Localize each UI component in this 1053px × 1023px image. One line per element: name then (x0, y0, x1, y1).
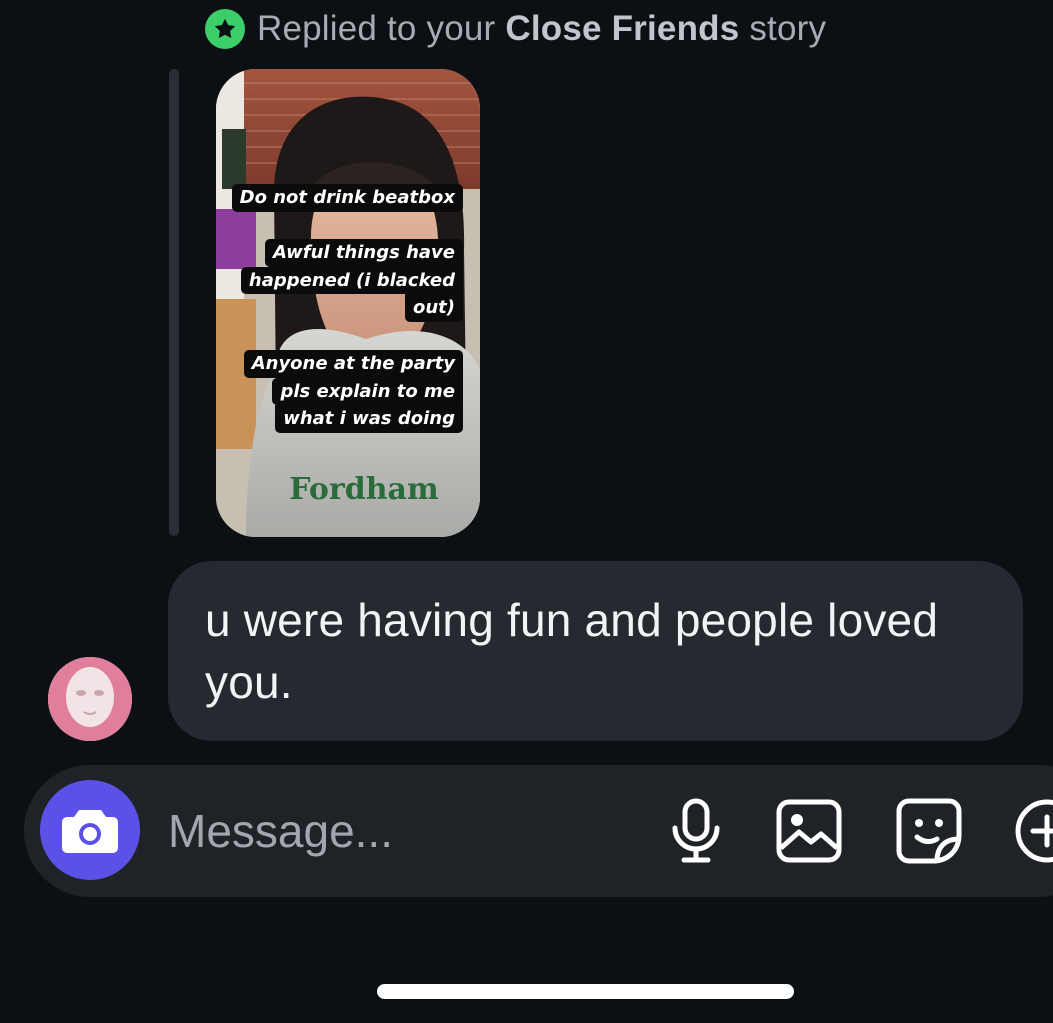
sender-avatar[interactable] (48, 657, 132, 741)
reply-quote-bar (169, 69, 179, 536)
close-friends-star-icon (205, 9, 245, 49)
message-bubble[interactable]: u were having fun and people loved you. (168, 561, 1023, 741)
camera-button[interactable] (40, 780, 140, 880)
svg-text:Fordham: Fordham (289, 472, 439, 507)
camera-icon (62, 810, 118, 853)
story-reply-header: Replied to your Close Friends story (205, 8, 826, 50)
story-caption-2: Awful things have happened (i blacked ou… (240, 239, 463, 322)
microphone-icon[interactable] (661, 796, 731, 866)
story-reply-label: Replied to your Close Friends story (257, 9, 827, 48)
message-input[interactable] (168, 796, 628, 866)
sticker-icon[interactable] (894, 796, 964, 866)
gallery-icon[interactable] (774, 796, 844, 866)
story-caption-1: Do not drink beatbox (231, 184, 463, 212)
story-preview[interactable]: Fordham Do not drink beatbox Awful thing… (216, 69, 480, 537)
story-caption-3: Anyone at the party pls explain to me wh… (243, 350, 463, 433)
message-text: u were having fun and people loved you. (205, 594, 939, 708)
home-indicator[interactable] (377, 984, 794, 999)
plus-icon[interactable] (1012, 796, 1053, 866)
